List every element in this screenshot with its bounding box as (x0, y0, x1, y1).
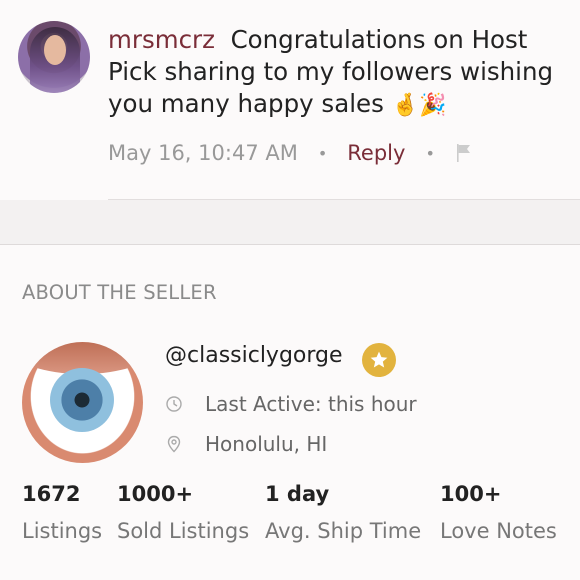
stat-love-notes[interactable]: 100+ Love Notes (440, 482, 557, 543)
comment-username[interactable]: mrsmcrz (108, 25, 215, 54)
comment-emojis: 🤞🎉 (391, 93, 447, 118)
stat-label: Love Notes (440, 519, 557, 543)
commenter-avatar[interactable] (18, 21, 90, 93)
comment-meta: May 16, 10:47 AM • Reply • (108, 141, 473, 165)
stat-sold-listings[interactable]: 1000+ Sold Listings (117, 482, 249, 543)
stat-value: 1672 (22, 482, 81, 506)
avatar-iris (50, 368, 114, 432)
stat-value: 100+ (440, 482, 502, 506)
meta-separator: • (317, 143, 328, 163)
location-text: Honolulu, HI (205, 432, 328, 456)
seller-handle[interactable]: @classiclygorge (165, 343, 343, 368)
star-icon (370, 351, 388, 368)
location-row: Honolulu, HI (165, 432, 327, 456)
flag-icon[interactable] (455, 143, 473, 163)
clock-icon (166, 396, 182, 412)
section-gap (0, 200, 580, 245)
stat-listings[interactable]: 1672 Listings (22, 482, 102, 543)
seller-avatar[interactable] (22, 342, 143, 463)
reply-button[interactable]: Reply (347, 141, 405, 165)
comment-timestamp: May 16, 10:47 AM (108, 141, 298, 165)
last-active-row: Last Active: this hour (165, 392, 417, 416)
stat-avg-ship-time[interactable]: 1 day Avg. Ship Time (265, 482, 421, 543)
stat-label: Avg. Ship Time (265, 519, 422, 543)
stat-label: Sold Listings (117, 519, 250, 543)
stat-value: 1 day (265, 482, 330, 506)
avatar-face (44, 35, 66, 65)
stat-value: 1000+ (117, 482, 194, 506)
comment: mrsmcrz Congratulations on Host Pick sha… (0, 0, 580, 200)
stat-label: Listings (22, 519, 103, 543)
meta-separator: • (425, 143, 435, 163)
star-badge-icon (362, 343, 396, 377)
about-seller-title: ABOUT THE SELLER (22, 281, 217, 304)
comment-body: mrsmcrz Congratulations on Host Pick sha… (108, 24, 558, 122)
location-pin-icon (167, 435, 181, 453)
last-active-text: Last Active: this hour (205, 392, 417, 416)
